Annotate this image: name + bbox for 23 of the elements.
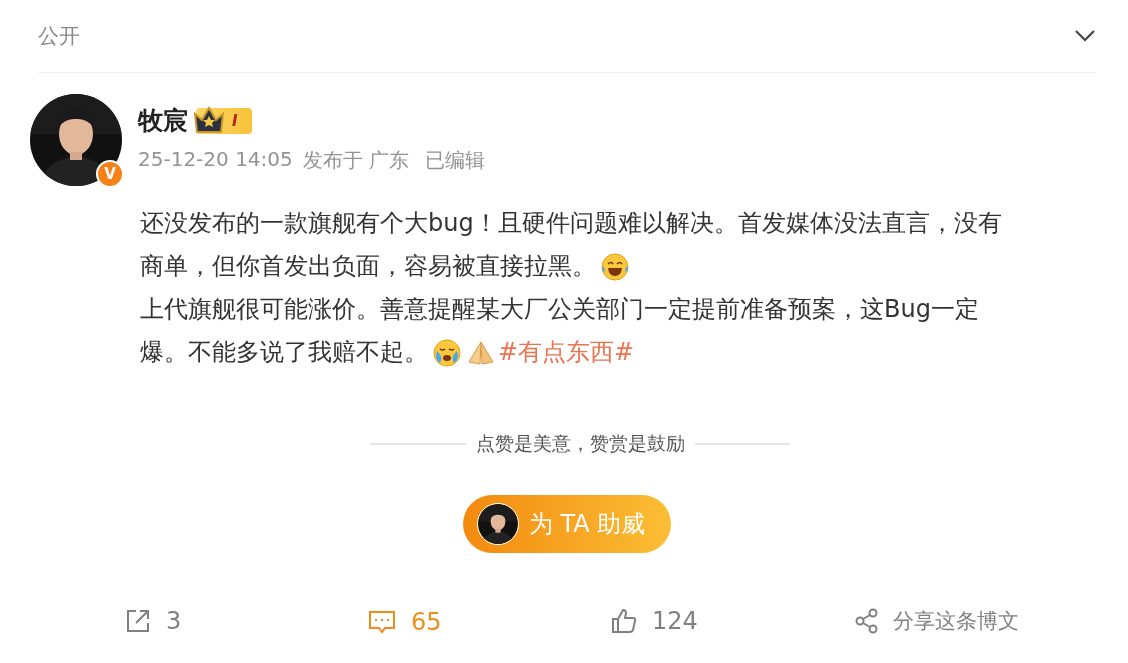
author-name[interactable]: 牧宸 xyxy=(138,104,188,137)
post-meta: 发布于 广东 xyxy=(302,147,410,174)
repost-button[interactable]: 3 xyxy=(124,607,182,635)
cheer-button[interactable]: 为 TA 助威 xyxy=(462,495,672,553)
comment-button[interactable]: 65 xyxy=(367,607,442,637)
post-text: 还没发布的一款旗舰有个大bug！且硬件问题难以解决。首发媒体没法直言，没有 xyxy=(140,208,1002,239)
reward-slogan: 点赞是美意，赞赏是鼓励 xyxy=(475,431,685,456)
post-text: 商单，但你首发出负面，容易被直接拉黑。 xyxy=(140,251,596,282)
hashtag-link[interactable]: #有点东西# xyxy=(498,331,635,374)
post-meta: 已编辑 xyxy=(425,147,486,174)
chevron-down-icon[interactable] xyxy=(1074,29,1096,43)
thumbs-up-icon xyxy=(610,607,638,635)
repost-icon xyxy=(124,607,152,635)
laughing-emoji-icon xyxy=(600,251,630,282)
post-text: 爆。不能多说了我赔不起。 xyxy=(140,337,428,368)
post-meta: 25-12-20 14:05 xyxy=(138,147,293,173)
share-button[interactable]: 分享这条博文 xyxy=(853,607,1019,635)
post-text: 上代旗舰很可能涨价。善意提醒某大厂公关部门一定提前准备预案，这Bug一定 xyxy=(140,294,979,325)
like-button[interactable]: 124 xyxy=(610,607,698,635)
visibility-label: 公开 xyxy=(38,23,80,50)
verified-badge: V xyxy=(96,160,124,188)
crying-emoji-icon xyxy=(432,337,462,368)
level-badge: I xyxy=(196,107,252,134)
